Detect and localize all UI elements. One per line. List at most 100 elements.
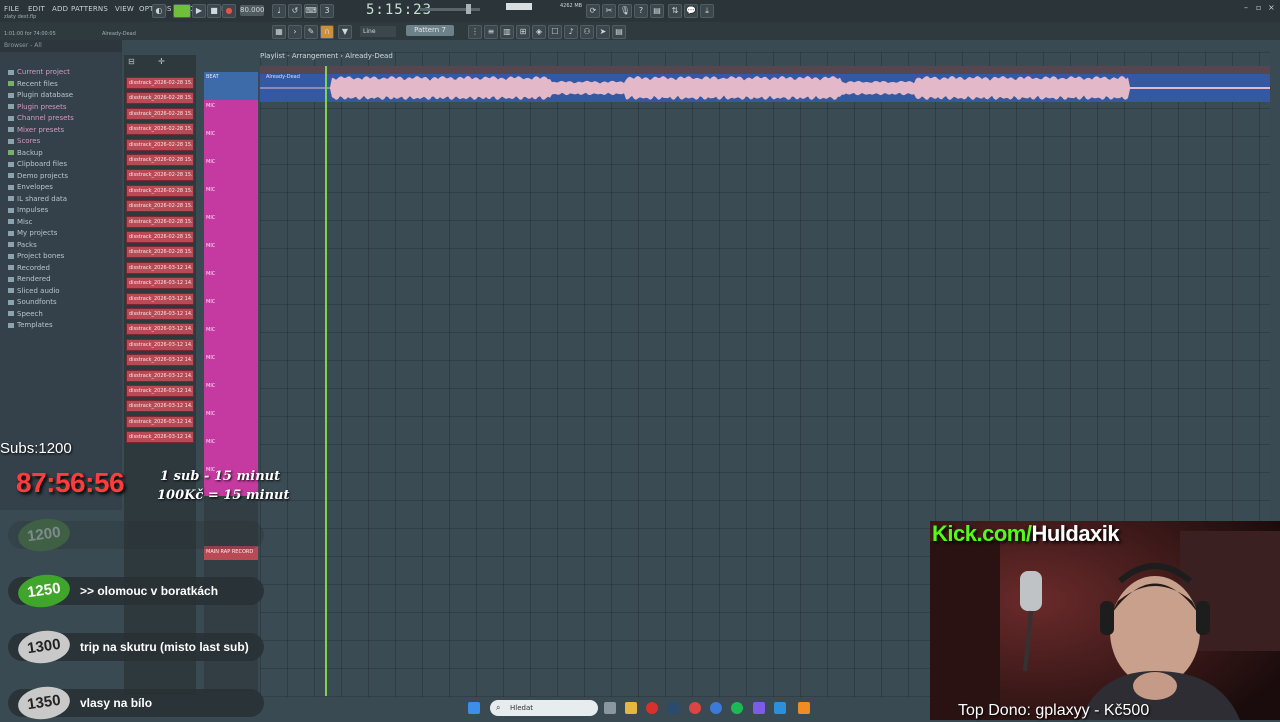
browser-item[interactable]: Soundfonts [8,298,57,306]
windows-start-icon[interactable] [468,702,480,714]
clip-item[interactable]: disstrack_2026-02-28 15... [126,123,194,136]
clip-item[interactable]: disstrack_2026-02-28 15... [126,215,194,228]
browser-item[interactable]: Speech [8,310,43,318]
minimize-icon[interactable]: – [1244,3,1248,12]
maximize-icon[interactable]: ▫ [1256,3,1261,12]
clip-item[interactable]: disstrack_2026-03-12 14... [126,385,194,397]
browser-item[interactable]: Current project [8,68,70,76]
menu-view[interactable]: VIEW [115,5,134,13]
menu-file[interactable]: FILE [4,5,19,13]
browser-item[interactable]: Demo projects [8,172,68,180]
browser-item[interactable]: Misc [8,218,32,226]
audio-clip[interactable] [260,74,1270,102]
clip-item[interactable]: disstrack_2026-02-28 15... [126,107,194,120]
magnet-icon[interactable]: ∩ [320,25,334,39]
metronome-icon[interactable]: ♩ [272,4,286,18]
browser-item[interactable]: My projects [8,229,57,237]
browser-item[interactable]: Backup [8,149,43,157]
browser-item[interactable]: Project bones [8,252,64,260]
clip-item[interactable]: disstrack_2026-03-12 14... [126,261,194,274]
clip-item[interactable]: disstrack_2026-03-12 14... [126,415,194,428]
tempo-display[interactable]: 80.000 [240,5,265,16]
list-icon[interactable]: ▤ [612,25,626,39]
clip-item[interactable]: disstrack_2026-02-28 15... [126,77,194,89]
track-beat[interactable]: BEAT [204,72,258,100]
browser-item[interactable]: Plugin database [8,91,73,99]
pencil-icon[interactable]: ✎ [304,25,318,39]
browser-item[interactable]: Plugin presets [8,103,66,111]
opera-icon[interactable] [646,702,658,714]
browser-item[interactable]: Envelopes [8,183,53,191]
menu-edit[interactable]: EDIT [28,5,45,13]
browser-item[interactable]: Templates [8,321,53,329]
browser-item[interactable]: Recent files [8,80,58,88]
browser-item[interactable]: Rendered [8,275,51,283]
timeline-ruler[interactable] [260,66,1270,74]
clip-item[interactable]: disstrack_2026-03-12 14... [126,277,194,290]
menu-add[interactable]: ADD [52,5,68,13]
master-volume-knob[interactable] [466,4,471,14]
stop-icon[interactable]: ■ [207,4,221,18]
browser-icon[interactable]: ⊞ [516,25,530,39]
song-mode-button[interactable] [173,4,191,18]
discord-icon[interactable] [753,702,765,714]
pattern-selector[interactable]: Pattern 7 [406,25,454,36]
clip-item[interactable]: disstrack_2026-02-28 15... [126,200,194,213]
clip-item[interactable]: disstrack_2026-02-28 15... [126,92,194,105]
scissors-icon[interactable]: ✂ [602,4,616,18]
link-icon[interactable]: ⚇ [580,25,594,39]
browser-item[interactable]: IL shared data [8,195,67,203]
menu-patterns[interactable]: PATTERNS [71,5,108,13]
countdown-icon[interactable]: 3 [320,4,334,18]
download-icon[interactable]: ⤓ [700,4,714,18]
edge-icon[interactable] [710,702,722,714]
browser-item[interactable]: Mixer presets [8,126,64,134]
clip-item[interactable]: disstrack_2026-02-28 15... [126,138,194,151]
step-edit-icon[interactable]: ⌨ [304,4,318,18]
clip-item[interactable]: disstrack_2026-03-12 14... [126,369,194,382]
store-icon[interactable] [774,702,786,714]
browser-item[interactable]: Channel presets [8,114,74,122]
clip-item[interactable]: disstrack_2026-02-28 15... [126,184,194,197]
master-volume-slider[interactable] [420,8,480,11]
help-icon[interactable]: ? [634,4,648,18]
chat-icon[interactable]: 💬 [684,4,698,18]
save-icon[interactable]: ▤ [650,4,664,18]
playhead[interactable] [325,66,327,696]
clip-item[interactable]: disstrack_2026-03-12 14... [126,354,194,367]
task-view-icon[interactable] [604,702,616,714]
record-icon[interactable]: ● [222,4,236,18]
mixer-icon[interactable]: ⋮ [468,25,482,39]
refresh-icon[interactable]: ⟳ [586,4,600,18]
play-icon[interactable]: ▶ [192,4,206,18]
send-icon[interactable]: ➤ [596,25,610,39]
channel-rack-icon[interactable]: ≡ [484,25,498,39]
steam-icon[interactable] [667,702,679,714]
browser-item[interactable]: Sliced audio [8,287,60,295]
close-icon[interactable]: × [1268,3,1275,12]
clip-item[interactable]: disstrack_2026-03-12 14... [126,292,194,305]
playlist-icon[interactable]: ▦ [272,25,286,39]
browser-item[interactable]: Scores [8,137,40,145]
browser-item[interactable]: Packs [8,241,37,249]
file-explorer-icon[interactable] [625,702,637,714]
clip-item[interactable]: disstrack_2026-03-12 14... [126,431,194,444]
clip-list-icon[interactable]: ⊟ [128,57,135,66]
tuner-icon[interactable]: ♪ [564,25,578,39]
clip-item[interactable]: disstrack_2026-02-28 15... [126,246,194,259]
paint-icon[interactable]: ▼ [338,25,352,39]
piano-roll-icon[interactable]: ▥ [500,25,514,39]
spotify-icon[interactable] [731,702,743,714]
clip-item[interactable]: disstrack_2026-03-12 14... [126,308,194,320]
clip-item[interactable]: disstrack_2026-02-28 15... [126,169,194,182]
touch-icon[interactable]: ☐ [548,25,562,39]
clip-item[interactable]: disstrack_2026-02-28 15... [126,231,194,243]
pat-song-toggle[interactable]: ◐ [152,4,166,18]
clip-item[interactable]: disstrack_2026-03-12 14... [126,338,194,351]
next-icon[interactable]: › [288,25,302,39]
chrome-icon[interactable] [689,702,701,714]
add-clip-icon[interactable]: ✛ [158,57,165,66]
taskbar-search[interactable]: Hledat [490,700,598,716]
clip-item[interactable]: disstrack_2026-02-28 15... [126,154,194,166]
snap-select[interactable]: Line [360,26,396,37]
